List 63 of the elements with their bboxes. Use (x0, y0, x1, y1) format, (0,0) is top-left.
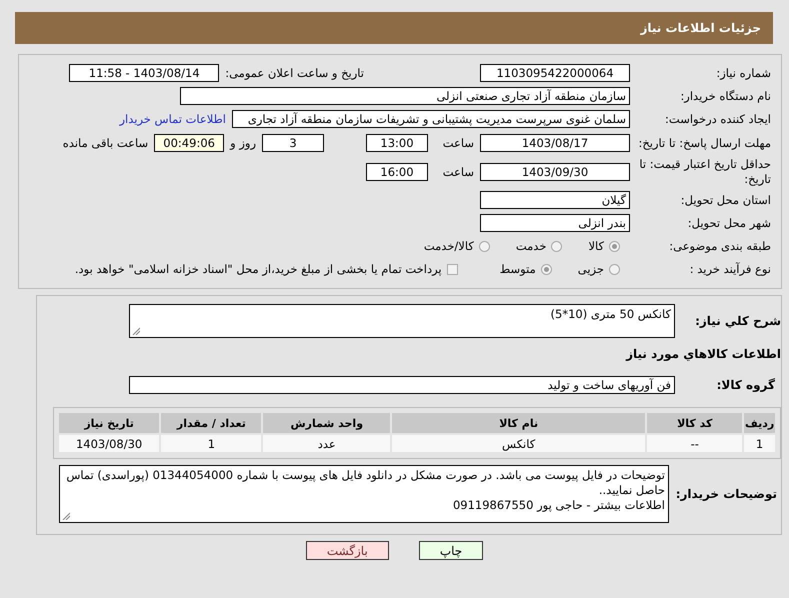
resize-grip-icon[interactable] (62, 512, 70, 520)
column-header: تاریخ نیاز (59, 413, 160, 433)
radio-label: خدمت (516, 239, 546, 253)
checkbox-label: پرداخت تمام یا بخشی از مبلغ خرید،از محل "اسناد خزانه اسلامی" خواهد بود. (74, 262, 442, 276)
field-label: استان محل تحویل: (680, 192, 771, 208)
field-label: حداقل تاریخ اعتبار قیمت: تا تاریخ: (638, 157, 771, 187)
radio-label: کالا (588, 239, 604, 253)
section-title: اطلاعات کالاهاي مورد نیاز (624, 346, 781, 363)
field-label: نام دستگاه خریدار: (679, 88, 771, 104)
field-label: ساعت باقی مانده (62, 136, 148, 150)
page-header: جزئیات اطلاعات نیاز (15, 12, 773, 44)
back-button[interactable]: بازگشت (306, 541, 389, 560)
field-label: گروه کالا: (716, 378, 776, 392)
radio-button[interactable] (609, 264, 620, 274)
price-validity-time-field[interactable]: 16:00 (366, 163, 428, 181)
field-label: شرح کلي نیاز: (694, 313, 781, 329)
field-label: ساعت (442, 165, 474, 179)
checkbox[interactable] (446, 264, 458, 274)
field-label: نوع فرآیند خرید : (688, 262, 771, 276)
table-cell: -- (647, 435, 742, 452)
price-validity-date-field[interactable]: 1403/09/30 (480, 163, 630, 181)
field-label: ایجاد کننده درخواست: (664, 112, 771, 126)
column-header: تعداد / مقدار (161, 413, 262, 433)
field-label: طبقه بندی موضوعی: (668, 238, 771, 254)
radio-label: جزیی (578, 262, 604, 276)
resize-grip-icon[interactable] (132, 327, 140, 335)
field-label: روز و (230, 136, 256, 150)
need-number-field[interactable]: 1103095422000064 (480, 64, 630, 82)
table-cell: 1 (161, 435, 262, 452)
radio-button[interactable] (478, 240, 490, 252)
table-cell: 1 (744, 435, 775, 452)
reply-time-field[interactable]: 13:00 (366, 134, 428, 152)
radio-button[interactable] (609, 240, 620, 252)
column-header: ردیف (744, 413, 775, 433)
reply-date-field[interactable]: 1403/08/17 (480, 134, 630, 152)
city-field[interactable]: بندر انزلی (480, 214, 630, 232)
buyer-contact-link[interactable]: اطلاعات تماس خریدار (119, 112, 226, 126)
requester-field[interactable]: سلمان غنوی سرپرست مدیریت پشتیبانی و تشریفات سازمان منطقه آزاد تجاری (232, 110, 630, 128)
days-field[interactable]: 3 (262, 134, 324, 152)
radio-button[interactable] (551, 240, 562, 252)
field-label: ساعت (442, 136, 474, 150)
column-header: کد کالا (647, 413, 742, 433)
announce-date-field[interactable]: 1403/08/14 - 11:58 (69, 64, 220, 82)
goods-group-field[interactable]: فن آوریهای ساخت و تولید (129, 376, 675, 394)
column-header: واحد شمارش (263, 413, 390, 433)
radio-button[interactable] (540, 264, 552, 274)
radio-label: متوسط (500, 262, 536, 276)
table-cell: 1403/08/30 (59, 435, 160, 452)
column-header: نام کالا (392, 413, 646, 433)
field-label: تاریخ و ساعت اعلان عمومی: (225, 66, 364, 80)
description-field[interactable]: کانکس 50 متری (10*5) (129, 304, 675, 338)
table-cell: کانکس (392, 435, 646, 452)
radio-label: کالا/خدمت (424, 239, 474, 253)
remaining-time-field[interactable]: 00:49:06 (154, 134, 224, 152)
field-label: مهلت ارسال پاسخ: تا تاریخ: (637, 136, 771, 150)
province-field[interactable]: گیلان (480, 191, 630, 209)
buyer-notes-field[interactable]: توضیحات در فایل پیوست می باشد. در صورت مشکل در دانلود فایل های پیوست با شماره 01344054000 (پوراسدی) تماس حاصل نمایید.. اطلاعات بیشتر - حاجی پور 09119867550 (59, 465, 669, 523)
table-cell: عدد (263, 435, 390, 452)
field-label: توضیحات خریدار: (675, 486, 778, 502)
buyer-org-field[interactable]: سازمان منطقه آزاد تجاری صنعتی انزلی (180, 87, 630, 105)
field-label: شماره نیاز: (715, 66, 771, 80)
field-label: شهر محل تحویل: (686, 216, 771, 230)
print-button[interactable]: چاپ (418, 541, 484, 560)
